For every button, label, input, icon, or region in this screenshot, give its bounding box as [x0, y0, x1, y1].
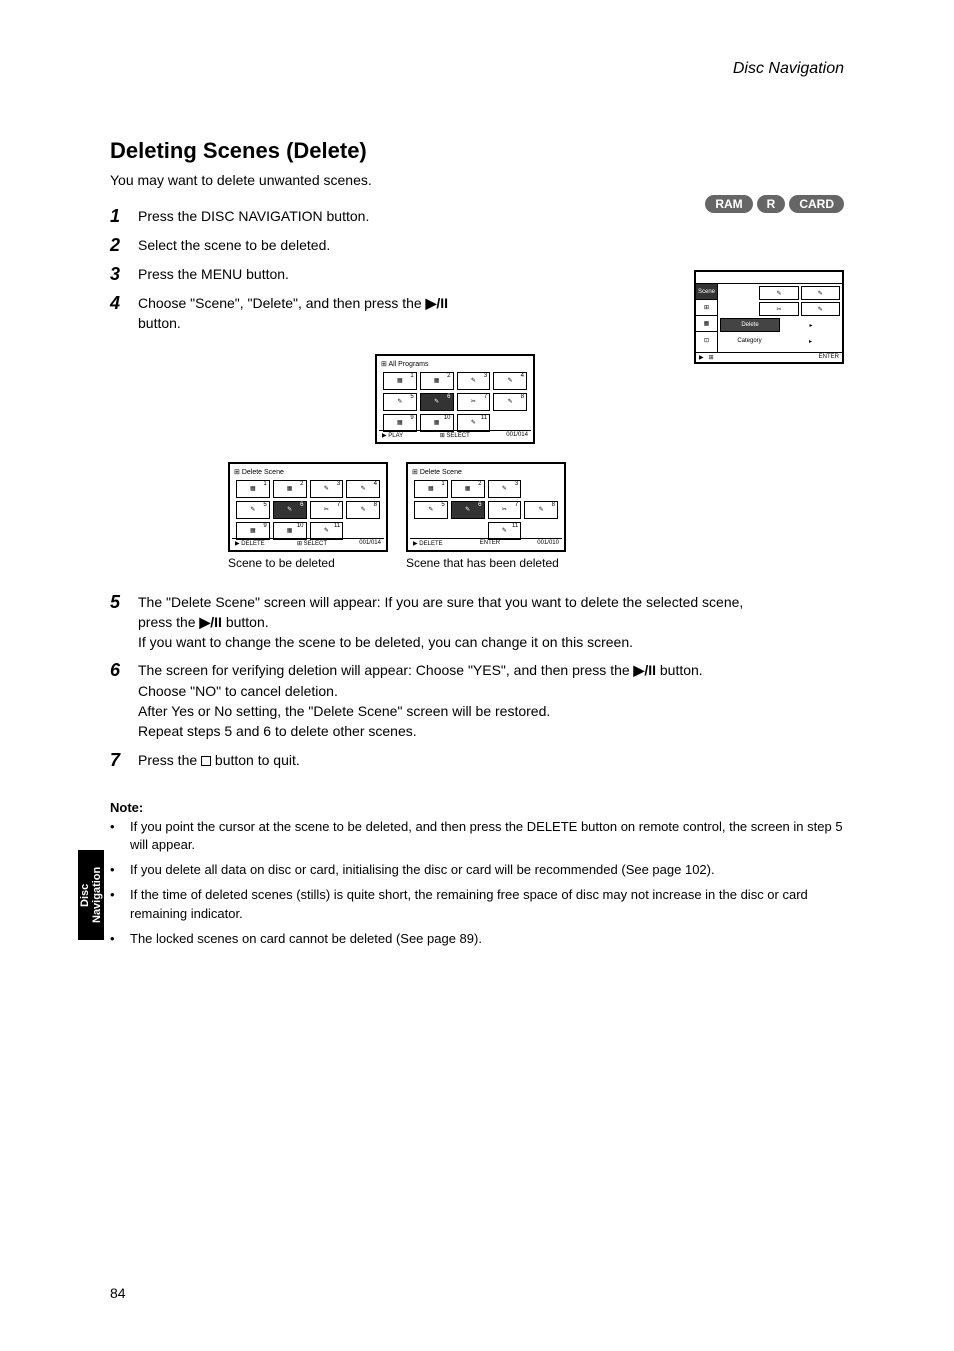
note-bullet: If the time of deleted scenes (stills) i… — [130, 886, 844, 924]
media-badges: RAM R CARD — [705, 195, 844, 213]
thumbnail-row: ⊞ Delete Scene 1▦ 2▦ 3✎ 4✎ 5✎ 6✎ 7✂ 8✎ 9… — [228, 462, 844, 570]
page-title: Deleting Scenes (Delete) — [110, 138, 844, 164]
play-pause-icon: ▶/II — [426, 295, 448, 311]
note-bullet: The locked scenes on card cannot be dele… — [130, 930, 482, 949]
step-text: Press the DISC NAVIGATION button. — [138, 206, 369, 226]
enter-label: ENTER — [819, 354, 839, 361]
step-text: Press the MENU button. — [138, 264, 289, 284]
tab-icon: ⊞ — [696, 300, 717, 316]
tab-icon: ⊡ — [696, 332, 717, 348]
badge-ram: RAM — [705, 195, 752, 213]
disc-nav-figure: Scene ⊞ ▦ ⊡ ✎ ✎ ✂ ✎ Delete ▸ — [694, 270, 844, 364]
step-5: 5 The "Delete Scene" screen will appear:… — [110, 592, 844, 653]
page-number: 84 — [110, 1285, 126, 1301]
note-bullet: If you delete all data on disc or card, … — [130, 861, 715, 880]
side-tab: Disc Navigation — [78, 850, 104, 940]
step-text: Choose "Scene", "Delete", and then press… — [138, 293, 478, 334]
step-2: 2 Select the scene to be deleted. — [110, 235, 844, 256]
note-bullet: If you point the cursor at the scene to … — [130, 818, 844, 856]
tab-scene: Scene — [696, 284, 717, 300]
step-number: 4 — [110, 293, 128, 314]
subtitle: You may want to delete unwanted scenes. — [110, 172, 844, 188]
badge-card: CARD — [789, 195, 844, 213]
step-text: The screen for verifying deletion will a… — [138, 660, 703, 741]
notes-section: Note: •If you point the cursor at the sc… — [110, 799, 844, 949]
tab-icon: ▦ — [696, 316, 717, 332]
step-7: 7 Press the button to quit. — [110, 750, 844, 771]
play-pause-icon: ▶/II — [634, 662, 656, 678]
note-label: Note: — [110, 799, 844, 818]
step-number: 7 — [110, 750, 128, 771]
caption-before: Scene to be deleted — [228, 556, 388, 570]
step-number: 2 — [110, 235, 128, 256]
page-header: Disc Navigation — [110, 60, 844, 78]
step-number: 3 — [110, 264, 128, 285]
step-text: Press the button to quit. — [138, 750, 300, 770]
step-number: 1 — [110, 206, 128, 227]
badge-r: R — [757, 195, 786, 213]
thumbnail-delete-after: ⊞ Delete Scene 1▦ 2▦ 3✎ 5✎ 6✎ 7✂ 8✎ 11✎ … — [406, 462, 566, 552]
caption-after: Scene that has been deleted — [406, 556, 566, 570]
step-number: 6 — [110, 660, 128, 681]
play-pause-icon: ▶/II — [199, 614, 221, 630]
step-number: 5 — [110, 592, 128, 613]
step-text: The "Delete Scene" screen will appear: I… — [138, 592, 758, 653]
stop-icon — [201, 756, 211, 766]
thumbnail-all-programs: ⊞ All Programs 1▦ 2▦ 3✎ 4✎ 5✎ 6✎ 7✂ 8✎ 9… — [375, 354, 844, 444]
step-text: Select the scene to be deleted. — [138, 235, 330, 255]
delete-option: Delete — [720, 318, 780, 332]
thumbnail-delete-before: ⊞ Delete Scene 1▦ 2▦ 3✎ 4✎ 5✎ 6✎ 7✂ 8✎ 9… — [228, 462, 388, 552]
step-6: 6 The screen for verifying deletion will… — [110, 660, 844, 741]
